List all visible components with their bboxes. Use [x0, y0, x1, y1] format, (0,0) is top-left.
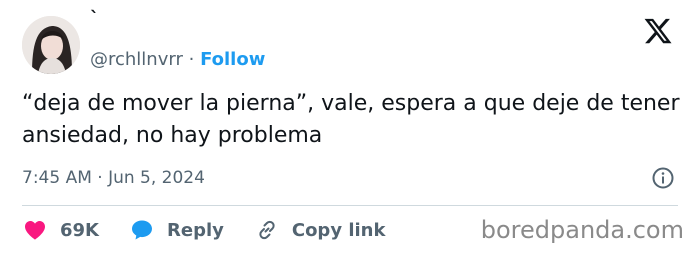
tweet-text: “deja de mover la pierna”, vale, espera …: [22, 91, 680, 148]
display-name: `: [90, 8, 99, 29]
heart-icon: [25, 221, 45, 240]
reply-label: Reply: [167, 219, 224, 241]
watermark: boredpanda.com: [480, 216, 684, 244]
divider: [22, 205, 678, 206]
copy-link-button[interactable]: Copy link: [254, 218, 386, 242]
x-logo-icon[interactable]: [643, 16, 673, 46]
tweet-timestamp[interactable]: 7:45 AM · Jun 5, 2024: [22, 166, 205, 190]
avatar[interactable]: [22, 16, 80, 74]
tweet-card: ` @rchllnvrr · Follow “deja de mover la …: [0, 0, 700, 256]
avatar-photo: [22, 16, 80, 74]
info-icon[interactable]: [651, 166, 675, 190]
author-handle[interactable]: @rchllnvrr: [90, 49, 183, 70]
follow-button[interactable]: Follow: [200, 49, 265, 70]
reply-button[interactable]: Reply: [129, 218, 224, 242]
action-bar: 69K Reply Copy link: [22, 214, 415, 246]
copy-link-label: Copy link: [291, 219, 386, 241]
like-button[interactable]: 69K: [22, 218, 99, 242]
link-icon: [259, 220, 275, 240]
like-count: 69K: [60, 219, 99, 241]
author-handle-row: @rchllnvrr · Follow: [90, 48, 265, 72]
separator: ·: [188, 49, 195, 70]
reply-bubble-icon: [132, 220, 152, 240]
